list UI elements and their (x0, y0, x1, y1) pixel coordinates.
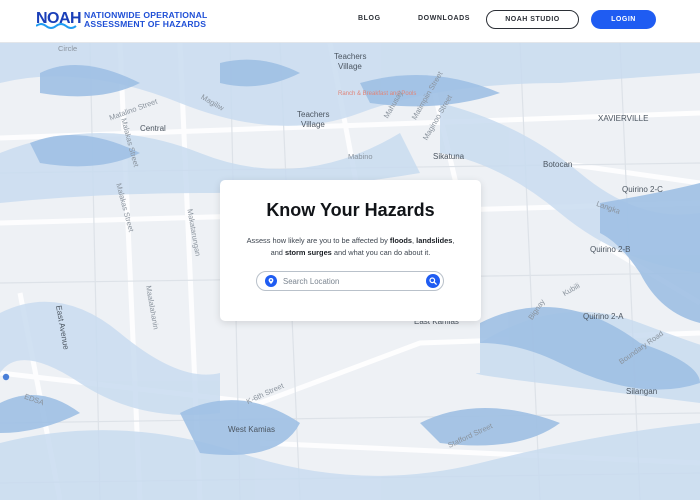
map-label-sikatuna: Sikatuna (433, 152, 465, 161)
map-label-teachers-village-1: Teachers (334, 52, 367, 61)
search-bar[interactable] (256, 271, 444, 291)
card-description: Assess how likely are you to be affected… (232, 235, 469, 259)
desc-sep2: , (452, 236, 455, 245)
map-label-quirino-2b: Quirino 2-B (590, 245, 631, 254)
desc-part1: Assess how likely are you to be affected… (246, 236, 390, 245)
search-button[interactable] (426, 274, 440, 288)
brand-title-line2: ASSESSMENT OF HAZARDS (84, 19, 207, 29)
nav-blog-link[interactable]: BLOG (358, 15, 381, 22)
desc-landslides: landslides (416, 236, 453, 245)
desc-floods: floods (389, 236, 413, 245)
brand[interactable]: NOAH NATIONWIDE OPERATIONAL ASSESSMENT O… (36, 9, 207, 31)
map-label-central: Central (140, 124, 166, 133)
map-label-teachers-village-2: Teachers (297, 110, 330, 119)
map-label-xavierville: XAVIERVILLE (598, 114, 649, 123)
map-label-quirino-2c: Quirino 2-C (622, 185, 663, 194)
location-pin-icon (265, 275, 277, 287)
brand-title: NATIONWIDE OPERATIONAL ASSESSMENT OF HAZ… (84, 10, 207, 30)
noah-logo[interactable]: NOAH (36, 9, 82, 31)
search-icon (429, 277, 437, 285)
top-header: NOAH NATIONWIDE OPERATIONAL ASSESSMENT O… (0, 0, 700, 43)
desc-part3: and what you can do about it. (331, 248, 431, 257)
map-label-silangan: Silangan (626, 387, 658, 396)
nav-downloads-link[interactable]: DOWNLOADS (418, 15, 470, 22)
noah-studio-button[interactable]: NOAH STUDIO (486, 10, 579, 29)
map-label-teachers-village-1b: Village (338, 62, 362, 71)
map-label-circle: Circle (58, 44, 78, 53)
map-label-botocan: Botocan (543, 160, 573, 169)
logo-wave-icon (36, 23, 77, 29)
map-label-quirino-2a: Quirino 2-A (583, 312, 624, 321)
login-button[interactable]: LOGIN (591, 10, 656, 29)
map-label-teachers-village-2b: Village (301, 120, 325, 129)
map-label-mabino: Mabino (348, 152, 373, 161)
map-label-ranch: Ranch & Breakfast and Pools (338, 91, 417, 97)
map-label-west-kamias: West Kamias (228, 425, 275, 434)
desc-storm-surges: storm surges (284, 248, 332, 257)
desc-part2: and (270, 248, 285, 257)
location-marker-icon[interactable] (2, 373, 10, 383)
hazard-search-card: Know Your Hazards Assess how likely are … (220, 180, 481, 321)
search-location-input[interactable] (283, 276, 413, 286)
card-title: Know Your Hazards (266, 200, 435, 220)
